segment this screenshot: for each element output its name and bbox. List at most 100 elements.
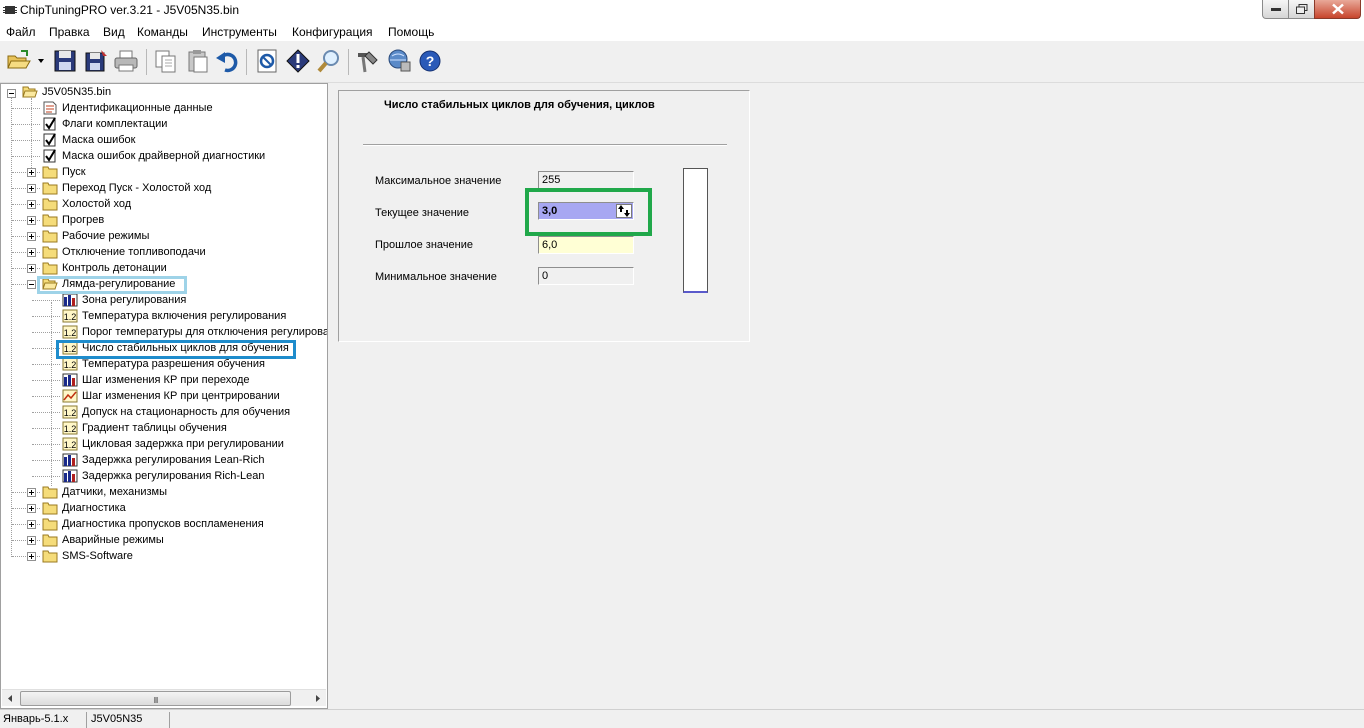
tree-expand-button[interactable] [27,264,36,273]
info-icon [286,49,310,73]
horizontal-scrollbar[interactable]: III [2,689,326,706]
tree-line [32,476,60,477]
folder-icon [42,550,58,563]
table-icon [62,293,78,307]
svg-text:1.2: 1.2 [64,440,77,450]
checkbox-icon [43,149,56,163]
toolbar-separator [146,49,147,75]
toolbar: ? [0,41,1364,83]
tree-expand-button[interactable] [27,232,36,241]
tree-item-label: Рабочие режимы [62,230,150,242]
close-button[interactable] [1314,0,1361,19]
svg-text:1.2: 1.2 [64,408,77,418]
connect-button[interactable] [386,48,412,76]
search-button[interactable] [316,48,342,76]
open-folder-icon [22,86,38,98]
tree-item-label: Диагностика пропусков воспламенения [62,518,264,530]
tree-expand-button[interactable] [27,248,36,257]
tree-item-label: Температура включения регулирования [82,310,287,322]
tree-expand-button[interactable] [27,216,36,225]
open-button[interactable] [6,48,32,76]
highlight-lambda-regulation [37,276,187,294]
search-icon [317,50,339,73]
tree-collapse-button[interactable] [27,280,36,289]
folder-icon [42,214,58,227]
value-icon: 1.2 [62,437,78,451]
table-icon [62,373,78,387]
value-gauge [683,168,708,293]
tree-item-label: Прогрев [62,214,105,226]
tree-expand-button[interactable] [27,488,36,497]
document-icon [43,101,57,115]
maximize-button[interactable] [1288,0,1315,19]
scroll-right-icon[interactable] [309,690,326,707]
tree-item-label: Холостой ход [62,198,132,210]
tree-item-label: Переход Пуск - Холостой ход [62,182,212,194]
parameter-detail-panel: Число стабильных циклов для обучения, ци… [338,90,750,342]
save-as-button[interactable] [83,48,109,76]
help-icon: ? [419,50,441,72]
tree-expand-button[interactable] [27,168,36,177]
value-icon: 1.2 [62,325,78,339]
compare-icon [257,49,277,73]
tree-line [32,396,60,397]
info-button[interactable] [285,48,311,76]
menu-edit[interactable]: Правка [49,25,90,39]
parameter-title: Число стабильных циклов для обучения, ци… [384,99,655,111]
table-icon [62,453,78,467]
tree-item-label: SMS-Software [62,550,133,562]
toolbar-separator [246,49,247,75]
menu-view[interactable]: Вид [103,25,125,39]
folder-icon [42,518,58,531]
tree-item-label: Градиент таблицы обучения [82,422,227,434]
tree-expand-button[interactable] [27,552,36,561]
minimize-button[interactable] [1262,0,1289,19]
tree-item-label: Контроль детонации [62,262,167,274]
table-icon [62,469,78,483]
print-button[interactable] [113,48,139,76]
undo-button[interactable] [215,48,241,76]
help-button[interactable]: ? [417,48,443,76]
tools-icon [358,51,378,73]
open-icon [7,50,31,69]
tree-line [12,140,40,141]
compare-button[interactable] [254,48,280,76]
copy-button[interactable] [153,48,179,76]
tree-expand-button[interactable] [27,504,36,513]
scrollbar-thumb[interactable]: III [20,691,291,706]
tree-item-label: Цикловая задержка при регулировании [82,438,284,450]
paste-button[interactable] [185,48,211,76]
value-icon: 1.2 [62,405,78,419]
svg-text:?: ? [426,53,435,69]
tools-button[interactable] [355,48,381,76]
tree-expand-button[interactable] [27,536,36,545]
save-button[interactable] [52,48,78,76]
menu-configuration[interactable]: Конфигурация [292,25,373,39]
highlight-selected-item [56,340,296,359]
save-icon [54,50,76,72]
scroll-left-icon[interactable] [2,690,19,707]
tree-expand-button[interactable] [27,200,36,209]
open-dropdown-icon[interactable] [38,59,44,63]
tree-line [32,380,60,381]
tree-line [32,412,60,413]
tree-expand-button[interactable] [27,184,36,193]
tree-line [51,302,52,486]
tree-item-label: Диагностика [62,502,126,514]
graph-icon [62,389,78,403]
tree-panel: J5V05N35.bin Идентификационные данные Фла… [0,83,328,709]
menu-commands[interactable]: Команды [137,25,188,39]
folder-icon [42,502,58,515]
tree-expand-button[interactable] [27,520,36,529]
tree-line [32,364,60,365]
value-icon: 1.2 [62,309,78,323]
tree-line [11,98,12,557]
tree-collapse-root[interactable] [7,89,16,98]
current-value-label: Текущее значение [375,207,470,219]
svg-text:1.2: 1.2 [64,312,77,322]
menu-help[interactable]: Помощь [388,25,434,39]
menu-tools[interactable]: Инструменты [202,25,277,39]
menu-file[interactable]: Файл [6,25,36,39]
tree-item-label: Отключение топливоподачи [62,246,206,258]
tree-line [32,444,60,445]
